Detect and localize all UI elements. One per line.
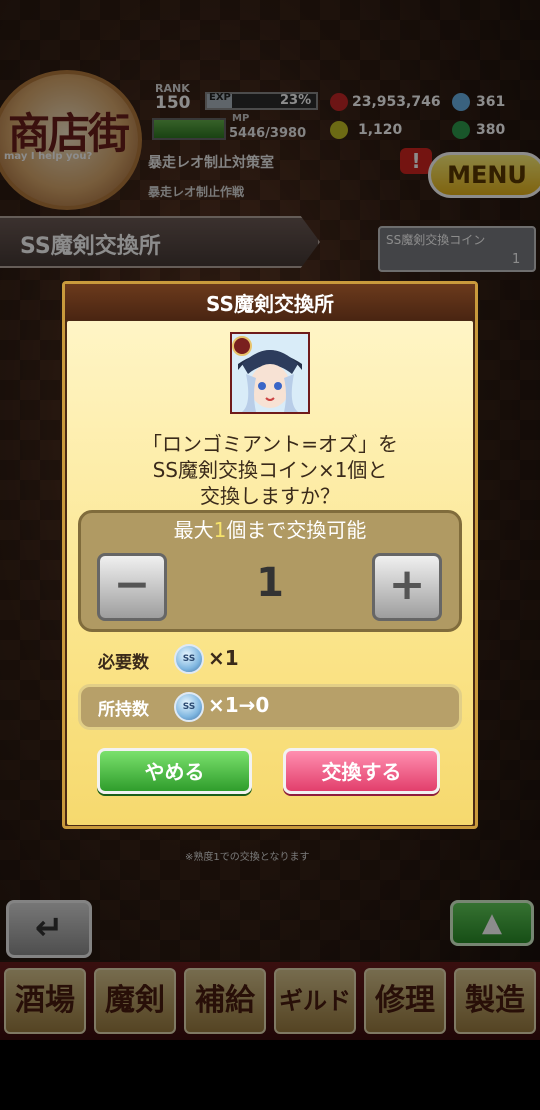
increase-button[interactable]: +: [372, 553, 442, 621]
exchange-button[interactable]: 交換する: [283, 748, 440, 794]
confirm-line-3: 交換しますか？: [200, 484, 340, 508]
decrease-button[interactable]: −: [97, 553, 167, 621]
ss-coin-icon: SS: [174, 644, 204, 674]
required-quantity: ×1: [208, 646, 239, 670]
dialog-title: SS魔剣交換所: [206, 292, 334, 316]
max-prefix: 最大: [173, 518, 214, 542]
max-value: 1: [213, 518, 227, 542]
ss-coin-icon-owned: SS: [174, 692, 204, 722]
owned-label: 所持数: [98, 700, 149, 720]
confirm-line-2: SS魔剣交換コイン×1個と: [152, 458, 388, 482]
required-label: 必要数: [98, 653, 149, 673]
confirm-line-1: 「ロンゴミアント=オズ」を: [142, 432, 398, 456]
max-suffix: 個まで交換可能: [226, 518, 367, 542]
character-portrait: [230, 332, 310, 414]
cancel-button[interactable]: やめる: [97, 748, 252, 794]
max-exchange-text: 最大1個まで交換可能: [78, 514, 462, 543]
quantity-value: 1: [256, 560, 284, 606]
owned-quantity: ×1→0: [208, 693, 270, 717]
